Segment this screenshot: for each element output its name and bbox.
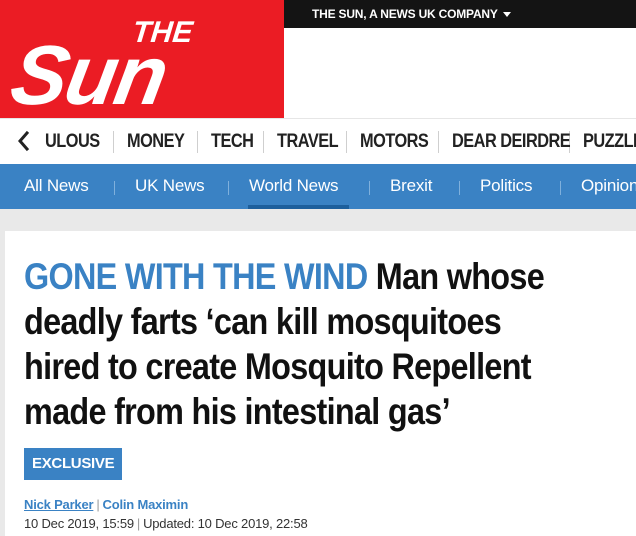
section-nav-item-puzzles[interactable]: PUZZLES	[583, 131, 636, 153]
section-nav-divider	[346, 131, 347, 153]
section-nav: ULOUS MONEY TECH TRAVEL MOTORS DEAR DEIRDRE PU…	[0, 118, 636, 164]
updated-date: Updated: 10 Dec 2019, 22:58	[143, 516, 308, 531]
date-divider: |	[136, 516, 141, 531]
the-sun-logo[interactable]: THE Sun	[0, 0, 284, 118]
header-area	[284, 28, 636, 118]
subnav-brexit[interactable]: Brexit	[390, 176, 432, 196]
headline-kicker: GONE WITH THE WIND	[24, 256, 368, 297]
company-label: THE SUN, A NEWS UK COMPANY	[312, 7, 498, 21]
active-tab-indicator	[248, 205, 349, 209]
logo-wordmark: THE Sun	[5, 16, 196, 118]
exclusive-badge: EXCLUSIVE	[24, 448, 123, 480]
dateline: 10 Dec 2019, 15:59 | Updated: 10 Dec 2019,…	[24, 516, 308, 531]
company-menu-link[interactable]: THE SUN, A NEWS UK COMPANY	[312, 7, 511, 21]
subnav-divider	[114, 181, 115, 195]
section-nav-item-ulous[interactable]: ULOUS	[45, 131, 100, 153]
section-nav-divider	[263, 131, 264, 153]
subnav-world-news[interactable]: World News	[249, 176, 339, 196]
published-date: 10 Dec 2019, 15:59	[24, 516, 134, 531]
news-sub-nav: All News UK News World News Brexit Polit…	[0, 164, 636, 209]
byline-divider: |	[96, 497, 100, 512]
article-headline: GONE WITH THE WIND Man whose deadly fart…	[24, 254, 584, 434]
subnav-divider	[369, 181, 370, 195]
section-nav-divider	[197, 131, 198, 153]
subnav-divider	[560, 181, 561, 195]
subnav-divider	[459, 181, 460, 195]
logo-text-main: Sun	[5, 28, 174, 118]
subnav-all-news[interactable]: All News	[24, 176, 89, 196]
caret-down-icon	[502, 12, 511, 17]
section-nav-item-money[interactable]: MONEY	[127, 131, 185, 153]
section-nav-item-motors[interactable]: MOTORS	[360, 131, 429, 153]
author-link-nick-parker[interactable]: Nick Parker	[24, 497, 94, 512]
section-nav-item-dear-deirdre[interactable]: DEAR DEIRDRE	[452, 131, 571, 153]
subnav-politics[interactable]: Politics	[480, 176, 532, 196]
section-nav-divider	[438, 131, 439, 153]
subnav-opinion[interactable]: Opinion	[581, 176, 636, 196]
byline: Nick Parker | Colin Maximin	[24, 497, 188, 512]
subnav-divider	[228, 181, 229, 195]
author-link-colin-maximin[interactable]: Colin Maximin	[103, 497, 189, 512]
section-nav-divider	[113, 131, 114, 153]
subnav-uk-news[interactable]: UK News	[135, 176, 205, 196]
section-nav-item-tech[interactable]: TECH	[211, 131, 254, 153]
section-nav-item-travel[interactable]: TRAVEL	[277, 131, 339, 153]
article-header: GONE WITH THE WIND Man whose deadly fart…	[5, 231, 636, 536]
chevron-left-icon[interactable]	[14, 129, 34, 153]
section-nav-items: ULOUS MONEY TECH TRAVEL MOTORS DEAR DEIRDRE PU…	[45, 119, 636, 164]
